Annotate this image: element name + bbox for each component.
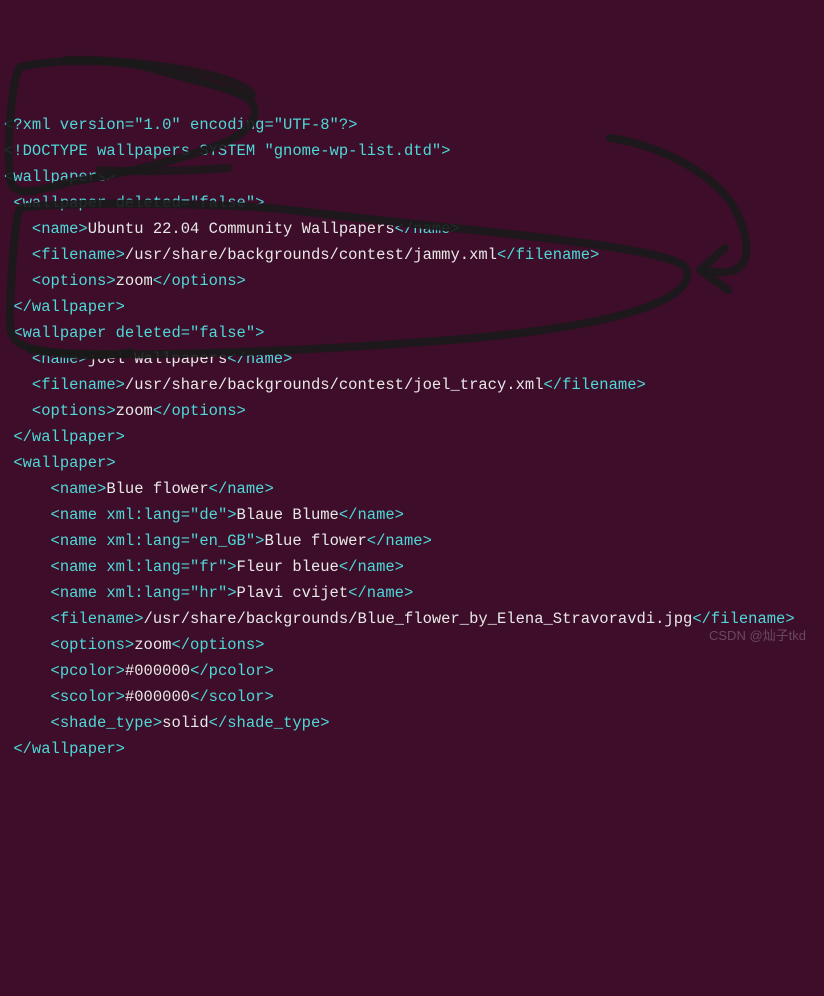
- code-line: <name xml:lang="en_GB">Blue flower</name…: [4, 528, 820, 554]
- code-line: <wallpaper deleted="false">: [4, 320, 820, 346]
- watermark-text: CSDN @灿子tkd: [709, 623, 806, 649]
- code-line: <filename>/usr/share/backgrounds/Blue_fl…: [4, 606, 820, 632]
- code-line: <name>joel Wallpapers</name>: [4, 346, 820, 372]
- code-line: <filename>/usr/share/backgrounds/contest…: [4, 242, 820, 268]
- code-line: <name xml:lang="fr">Fleur bleue</name>: [4, 554, 820, 580]
- code-line: <options>zoom</options>: [4, 268, 820, 294]
- code-line: <filename>/usr/share/backgrounds/contest…: [4, 372, 820, 398]
- code-line: <?xml version="1.0" encoding="UTF-8"?>: [4, 112, 820, 138]
- code-line: <wallpaper>: [4, 450, 820, 476]
- code-line: <scolor>#000000</scolor>: [4, 684, 820, 710]
- code-line: <name>Ubuntu 22.04 Community Wallpapers<…: [4, 216, 820, 242]
- code-line: </wallpaper>: [4, 736, 820, 762]
- code-line: <name xml:lang="hr">Plavi cvijet</name>: [4, 580, 820, 606]
- code-line: <wallpapers>: [4, 164, 820, 190]
- code-line: <options>zoom</options>: [4, 632, 820, 658]
- code-line: <shade_type>solid</shade_type>: [4, 710, 820, 736]
- code-line: </wallpaper>: [4, 294, 820, 320]
- code-line: </wallpaper>: [4, 424, 820, 450]
- xml-code-block: <?xml version="1.0" encoding="UTF-8"?><!…: [4, 112, 820, 762]
- code-line: <!DOCTYPE wallpapers SYSTEM "gnome-wp-li…: [4, 138, 820, 164]
- code-line: <wallpaper deleted="false">: [4, 190, 820, 216]
- code-line: <name>Blue flower</name>: [4, 476, 820, 502]
- code-line: <pcolor>#000000</pcolor>: [4, 658, 820, 684]
- code-line: <name xml:lang="de">Blaue Blume</name>: [4, 502, 820, 528]
- code-line: <options>zoom</options>: [4, 398, 820, 424]
